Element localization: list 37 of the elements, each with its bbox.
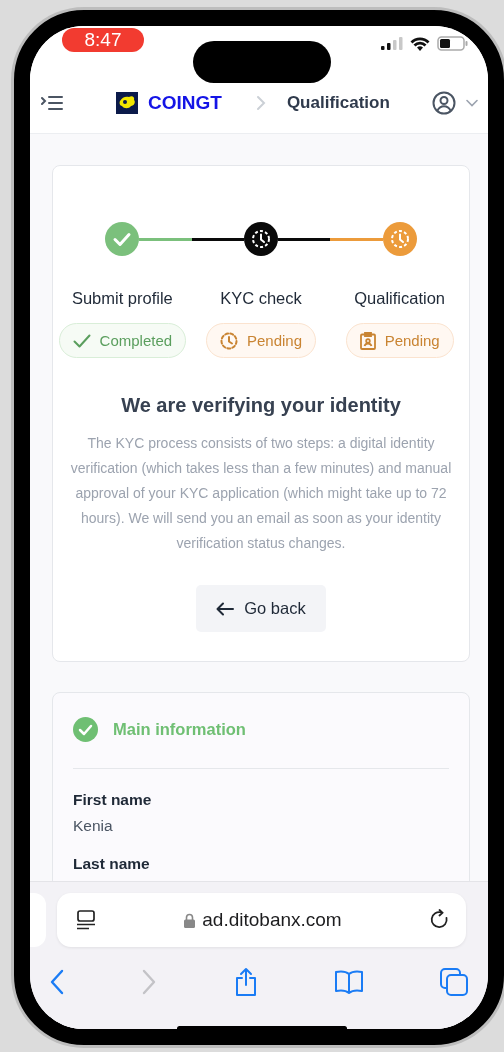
go-back-button[interactable]: Go back [196,585,326,632]
check-icon [72,333,91,348]
signal-icon [381,37,403,50]
page-menu-icon[interactable] [76,910,96,930]
status-badge: Pending [345,323,454,358]
verification-heading: We are verifying your identity [120,394,402,417]
user-icon[interactable] [432,90,456,115]
back-icon[interactable] [49,969,65,995]
tabs-icon[interactable] [440,968,468,996]
share-icon[interactable] [233,967,258,997]
step-label: Submit profile [71,289,173,308]
clipboard-icon [359,331,376,350]
field-label: First name [73,791,152,809]
brand-name[interactable]: COINGT [148,91,222,114]
step-label: KYC check [220,289,302,308]
arrow-left-icon [216,601,235,616]
wifi-icon [410,36,430,51]
chevron-icon [255,94,266,111]
book-icon[interactable] [333,970,364,994]
verification-description: The KYC process consists of two steps: a digital identity verification (which takes less than a few minutes) and manual approval of your KYC application (which might take up to 72 hours). We will send you an email as soon as your identity verification status changes. [69,434,453,553]
lock-icon [184,912,196,928]
breadcrumb-title: Qualification [286,92,390,113]
clock-icon [219,331,238,350]
section-title: Main information [113,720,246,739]
field-value: Kenia [73,817,113,835]
field-label: Last name [73,855,150,873]
time-badge: 8:47 [62,28,144,52]
address-bar[interactable]: ad.ditobanx.com [57,893,466,947]
step-label: Qualification [354,289,446,308]
menu-icon[interactable] [41,94,63,111]
status-badge: Completed [58,323,187,358]
logo-icon [116,91,138,114]
url-text[interactable]: ad.ditobanx.com [202,909,342,931]
reload-icon[interactable] [430,909,450,931]
caret-icon[interactable] [466,98,478,107]
battery-icon [437,36,468,51]
status-badge: Pending [205,323,316,358]
